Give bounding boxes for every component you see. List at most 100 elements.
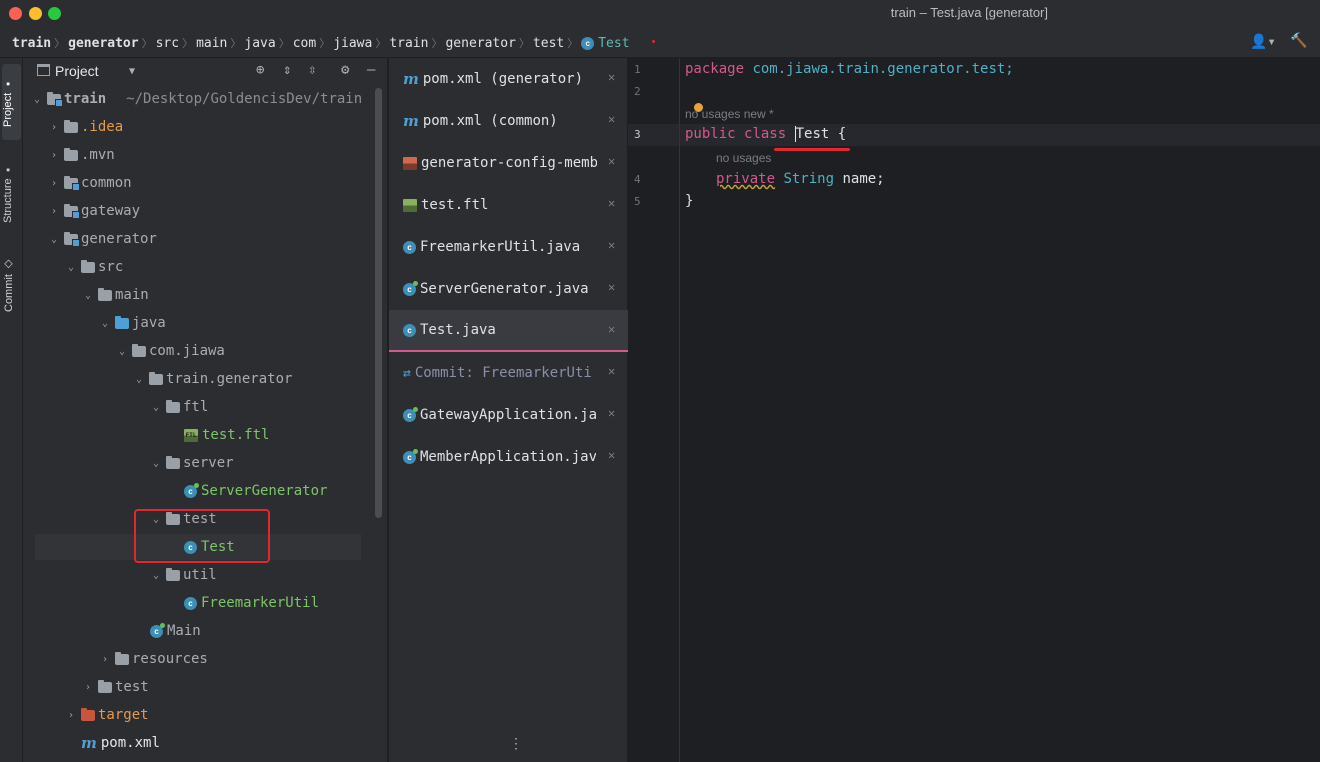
breadcrumb-item[interactable]: main [196, 36, 227, 51]
close-icon[interactable]: ✕ [608, 364, 615, 378]
close-icon[interactable]: ✕ [608, 280, 615, 294]
project-header: Project ▼ ⊕ ⇕ ⇳ ⚙ — [23, 58, 387, 84]
line-number: 4 [634, 173, 641, 186]
recent-file-item[interactable]: test.ftl ✕ [389, 184, 629, 226]
package-icon [166, 399, 180, 413]
close-icon[interactable]: ✕ [608, 154, 615, 168]
tab-structure[interactable]: Structure ▪ [2, 150, 21, 236]
class-icon: c [581, 36, 595, 50]
chevron-down-icon: ⌄ [118, 345, 126, 357]
tree-node-gateway[interactable]: › gateway [48, 198, 140, 224]
code-editor[interactable]: 1 2 3 4 5 package com.jiawa.train.genera… [628, 58, 1320, 762]
ftl-icon: FTL [184, 428, 198, 442]
tree-node-main[interactable]: ⌄ main [82, 282, 149, 308]
tree-node-server-generator[interactable]: c ServerGenerator [184, 478, 327, 504]
tree-node-pom[interactable]: m pom.xml [81, 730, 160, 756]
inlay-hint-usages[interactable]: no usages [716, 151, 771, 165]
locate-icon[interactable]: ⊕ [256, 62, 264, 78]
recent-file-item[interactable]: ⇄ Commit: FreemarkerUti ✕ [389, 352, 629, 394]
tree-node-freemarker-util[interactable]: c FreemarkerUtil [184, 590, 319, 616]
tree-node-resources[interactable]: › resources [99, 646, 208, 672]
tree-node-test-ftl[interactable]: FTL test.ftl [184, 422, 269, 448]
close-icon[interactable]: ✕ [608, 238, 615, 252]
chevron-right-icon: › [67, 709, 75, 721]
code-line-4[interactable]: private String name; [716, 171, 885, 187]
close-icon[interactable]: ✕ [608, 406, 615, 420]
tree-node-common[interactable]: › common [48, 170, 132, 196]
recent-file-item[interactable]: c ServerGenerator.java ✕ [389, 268, 629, 310]
tab-commit[interactable]: Commit ◇ [2, 252, 21, 318]
folder-icon [98, 679, 112, 693]
recent-file-item[interactable]: m pom.xml (generator) ✕ [389, 58, 629, 100]
tree-node-src[interactable]: ⌄ src [65, 254, 123, 280]
code-line-1[interactable]: package com.jiawa.train.generator.test; [685, 61, 1014, 77]
breadcrumb-item[interactable]: train [389, 36, 428, 51]
tree-node-generator[interactable]: ⌄ generator [48, 226, 157, 252]
close-icon[interactable]: ✕ [608, 70, 615, 84]
class-icon: c [403, 280, 418, 296]
line-number: 3 [634, 128, 641, 141]
more-options-icon[interactable]: ⋮ [509, 736, 523, 752]
gear-icon[interactable]: ⚙ [341, 62, 349, 78]
account-icon[interactable]: 👤▾ [1250, 34, 1276, 50]
recent-file-item[interactable]: c GatewayApplication.ja ✕ [389, 394, 629, 436]
breadcrumb-item[interactable]: jiawa [333, 36, 372, 51]
folder-icon [64, 147, 78, 161]
folder-icon [98, 287, 112, 301]
class-icon: c [150, 622, 165, 638]
expand-all-icon[interactable]: ⇕ [283, 62, 291, 78]
chevron-down-icon: ⌄ [152, 401, 160, 413]
close-icon[interactable]: ✕ [608, 322, 615, 336]
module-folder-icon [64, 175, 80, 191]
class-icon: c [403, 323, 416, 337]
recent-file-item[interactable]: generator-config-memb ✕ [389, 142, 629, 184]
close-icon[interactable]: ✕ [608, 196, 615, 210]
recent-file-item[interactable]: c FreemarkerUtil.java ✕ [389, 226, 629, 268]
tree-node-main-class[interactable]: c Main [150, 618, 201, 644]
close-icon[interactable]: ✕ [608, 112, 615, 126]
tree-node-test-dir[interactable]: › test [82, 674, 149, 700]
project-scrollbar[interactable] [375, 88, 382, 518]
breadcrumb-item[interactable]: generator [68, 36, 138, 51]
chevron-down-icon: ⌄ [33, 93, 41, 105]
close-icon[interactable]: ✕ [608, 448, 615, 462]
recent-file-item[interactable]: m pom.xml (common) ✕ [389, 100, 629, 142]
project-title[interactable]: Project [55, 63, 99, 79]
tree-node-com-jiawa[interactable]: ⌄ com.jiawa [116, 338, 225, 364]
tab-project[interactable]: Project ▪ [2, 64, 21, 140]
hide-panel-icon[interactable]: — [367, 62, 375, 78]
package-icon [166, 567, 180, 581]
tree-node-mvn[interactable]: › .mvn [48, 142, 115, 168]
tree-node-idea[interactable]: › .idea [48, 114, 123, 140]
collapse-all-icon[interactable]: ⇳ [308, 62, 316, 78]
recent-file-item[interactable]: c MemberApplication.jav ✕ [389, 436, 629, 478]
tree-node-root[interactable]: ⌄ train ~/Desktop/GoldencisDev/train [31, 86, 362, 112]
breadcrumb-item[interactable]: src [156, 36, 179, 51]
class-icon: c [403, 406, 418, 422]
tool-window-strip: Project ▪ Structure ▪ Commit ◇ [0, 58, 23, 762]
resources-folder-icon [115, 651, 129, 665]
tree-node-java[interactable]: ⌄ java [99, 310, 166, 336]
breadcrumb-item[interactable]: generator [445, 36, 515, 51]
breadcrumb-current[interactable]: Test [598, 36, 629, 51]
code-line-5[interactable]: } [685, 193, 693, 209]
line-number: 1 [634, 63, 641, 76]
code-line-3[interactable]: public class Test { [685, 126, 846, 142]
tree-node-train-generator[interactable]: ⌄ train.generator [133, 366, 292, 392]
intention-bulb-icon[interactable] [694, 103, 703, 112]
chevron-right-icon: › [101, 653, 109, 665]
chevron-down-icon[interactable]: ▼ [129, 66, 135, 77]
breadcrumb-item[interactable]: test [533, 36, 564, 51]
recent-file-item-active[interactable]: c Test.java ✕ [389, 310, 629, 352]
chevron-down-icon: ⌄ [67, 261, 75, 273]
tree-node-ftl[interactable]: ⌄ ftl [150, 394, 208, 420]
recent-files-list: m pom.xml (generator) ✕ m pom.xml (commo… [388, 58, 629, 762]
breadcrumb-item[interactable]: com [293, 36, 316, 51]
build-hammer-icon[interactable]: 🔨 [1290, 33, 1307, 49]
breadcrumb-item[interactable]: train [12, 36, 51, 51]
chevron-right-icon: › [84, 681, 92, 693]
breadcrumb-item[interactable]: java [244, 36, 275, 51]
tree-node-server[interactable]: ⌄ server [150, 450, 234, 476]
tree-node-target[interactable]: › target [65, 702, 149, 728]
tree-node-util[interactable]: ⌄ util [150, 562, 217, 588]
